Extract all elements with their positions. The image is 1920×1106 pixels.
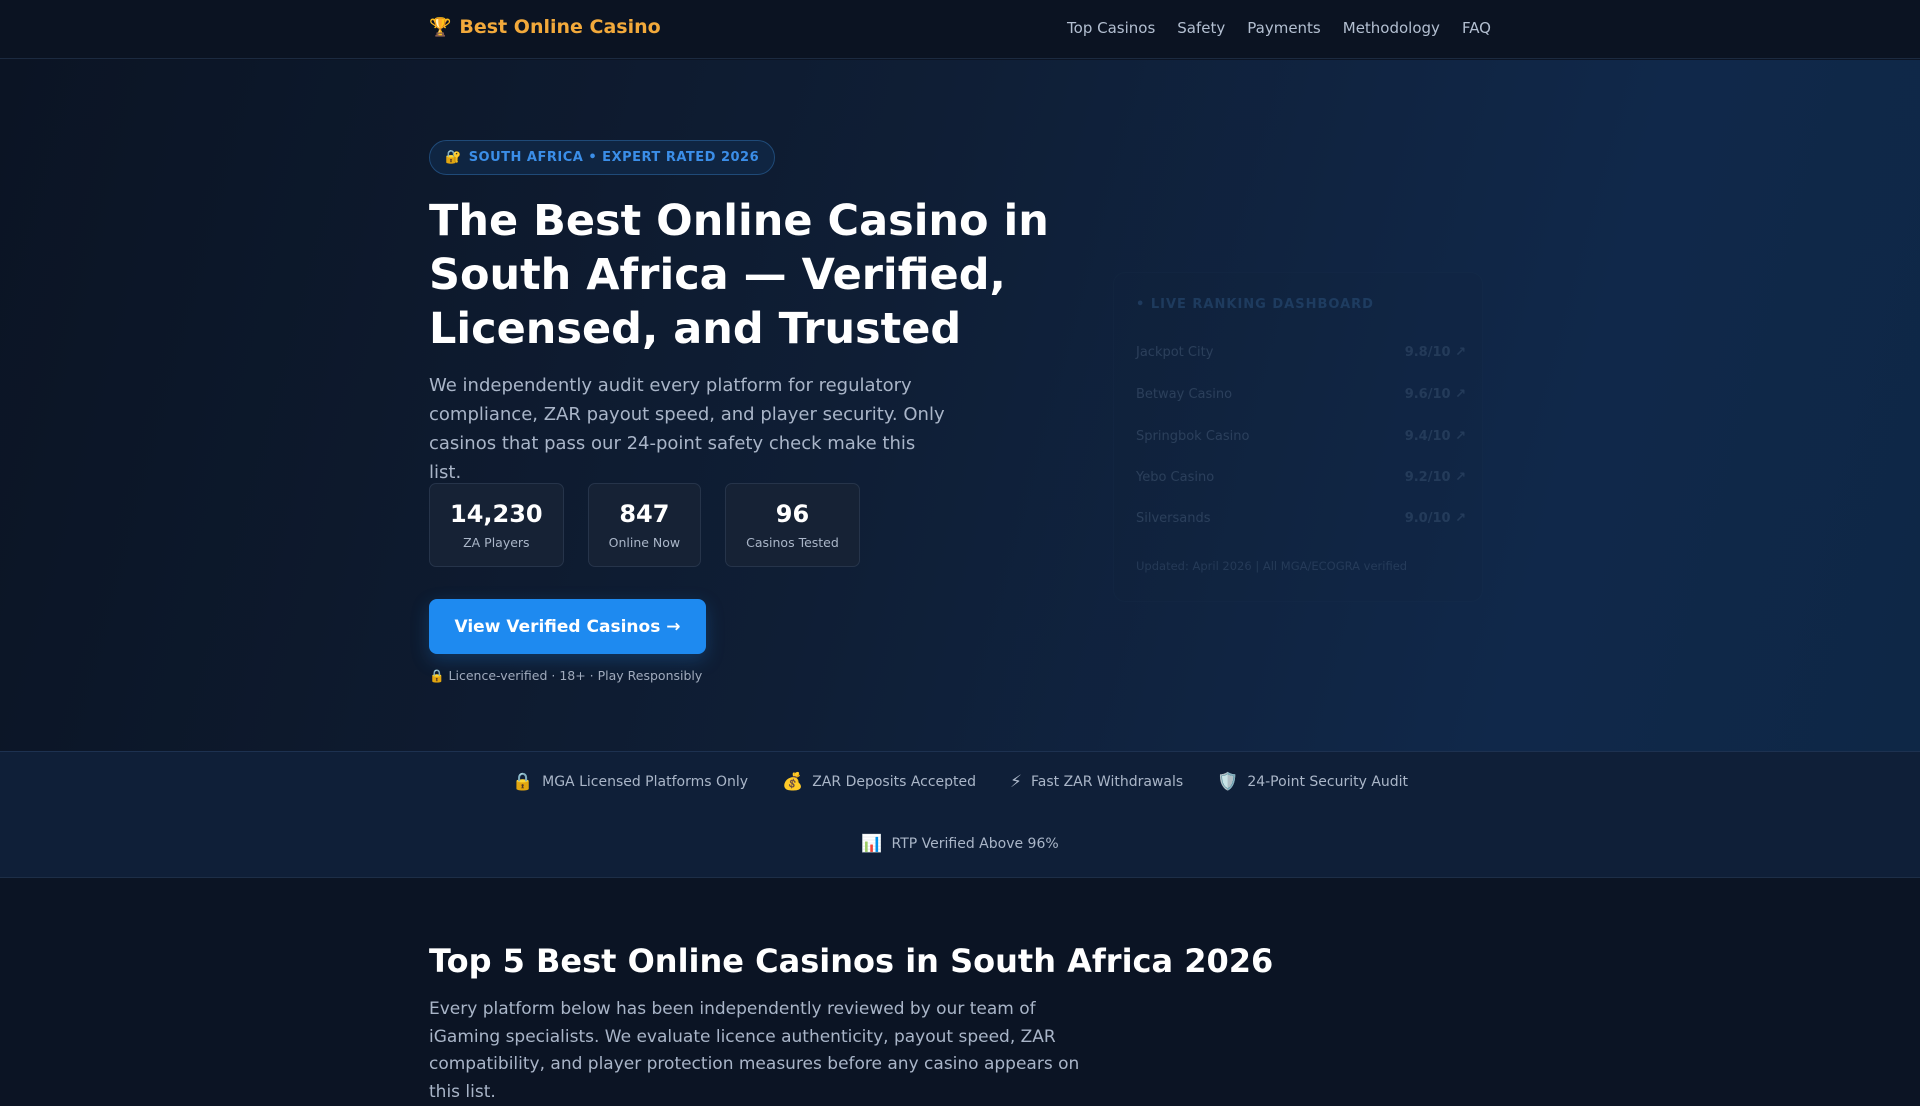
shield-icon: 🛡️ [1217,772,1239,792]
stat-label: Casinos Tested [746,535,839,550]
dashboard-row: Springbok Casino 9.4/10 ↗ [1136,429,1466,444]
view-verified-casinos-button[interactable]: View Verified Casinos → [429,599,706,654]
hero-subtitle: We independently audit every platform fo… [429,375,945,483]
nav-link-faq[interactable]: FAQ [1462,19,1491,37]
dashboard-footer: Updated: April 2026 | All MGA/ECOGRA ver… [1136,559,1408,573]
stat-value: 96 [775,500,810,528]
casino-score: 9.0/10 ↗ [1404,511,1466,526]
live-ranking-dashboard: • LIVE RANKING DASHBOARD Jackpot City 9.… [1113,272,1483,602]
casino-name: Silversands [1136,511,1211,526]
stats-row: 14,230 ZA Players 847 Online Now 96 Casi… [429,483,860,567]
trust-label: ZAR Deposits Accepted [812,774,977,790]
nav-link-methodology[interactable]: Methodology [1343,19,1440,37]
trust-label: MGA Licensed Platforms Only [542,774,749,790]
dashboard-row: Betway Casino 9.6/10 ↗ [1136,387,1466,402]
stat-card-online: 847 Online Now [587,483,702,567]
trust-label: Fast ZAR Withdrawals [1030,774,1184,790]
casino-name: Betway Casino [1136,387,1233,402]
casino-score: 9.6/10 ↗ [1404,387,1466,402]
nav-links: Top Casinos Safety Payments Methodology … [1067,19,1491,37]
trust-strip: 🔒 MGA Licensed Platforms Only 💰 ZAR Depo… [0,752,1920,878]
nav-link-top-casinos[interactable]: Top Casinos [1067,19,1155,37]
trust-item: 📊 RTP Verified Above 96% [861,834,1058,854]
trust-item: 💰 ZAR Deposits Accepted [782,772,976,792]
dashboard-row: Silversands 9.0/10 ↗ [1136,511,1466,526]
casino-score: 9.2/10 ↗ [1404,470,1466,485]
cta-disclaimer: 🔒 Licence-verified · 18+ · Play Responsi… [429,668,703,683]
hero-section: 🔐 SOUTH AFRICA • EXPERT RATED 2026 The B… [0,60,1920,752]
bar-chart-icon: 📊 [861,834,883,854]
lightning-icon: ⚡ [1010,772,1022,792]
trust-label: 24-Point Security Audit [1247,774,1409,790]
stat-value: 847 [619,500,670,528]
brand-name: Best Online Casino [459,16,661,38]
lock-key-icon: 🔐 [445,150,462,165]
top5-section: Top 5 Best Online Casinos in South Afric… [0,878,1920,1102]
stat-card-players: 14,230 ZA Players [429,483,564,567]
casino-score: 9.4/10 ↗ [1404,429,1466,444]
region-badge: 🔐 SOUTH AFRICA • EXPERT RATED 2026 [429,140,776,175]
stat-value: 14,230 [450,500,543,528]
trust-item: 🔒 MGA Licensed Platforms Only [512,772,748,792]
stat-label: ZA Players [463,535,530,550]
dashboard-title: • LIVE RANKING DASHBOARD [1136,297,1374,312]
trophy-icon: 🏆 [429,16,452,38]
stat-label: Online Now [608,535,681,550]
section-title: Top 5 Best Online Casinos in South Afric… [429,942,1274,980]
page-title: The Best Online Casino in South Africa —… [429,196,1049,354]
badge-label: SOUTH AFRICA • EXPERT RATED 2026 [468,150,760,165]
dashboard-row: Yebo Casino 9.2/10 ↗ [1136,470,1466,485]
nav-link-safety[interactable]: Safety [1177,19,1225,37]
top-navbar: 🏆 Best Online Casino Top Casinos Safety … [0,0,1920,59]
brand-logo[interactable]: 🏆 Best Online Casino [429,16,661,38]
dashboard-row: Jackpot City 9.8/10 ↗ [1136,345,1466,360]
stat-card-tested: 96 Casinos Tested [725,483,860,567]
lock-icon: 🔒 [511,772,534,792]
trust-item: 🛡️ 24-Point Security Audit [1217,772,1408,792]
trust-item: ⚡ Fast ZAR Withdrawals [1010,772,1183,792]
money-bag-icon: 💰 [782,772,804,792]
casino-score: 9.8/10 ↗ [1404,345,1466,360]
section-intro: Every platform below has been independen… [429,999,1080,1102]
casino-name: Springbok Casino [1136,429,1250,444]
casino-name: Yebo Casino [1136,470,1215,485]
trust-label: RTP Verified Above 96% [891,836,1059,852]
nav-link-payments[interactable]: Payments [1247,19,1320,37]
casino-name: Jackpot City [1136,345,1214,360]
